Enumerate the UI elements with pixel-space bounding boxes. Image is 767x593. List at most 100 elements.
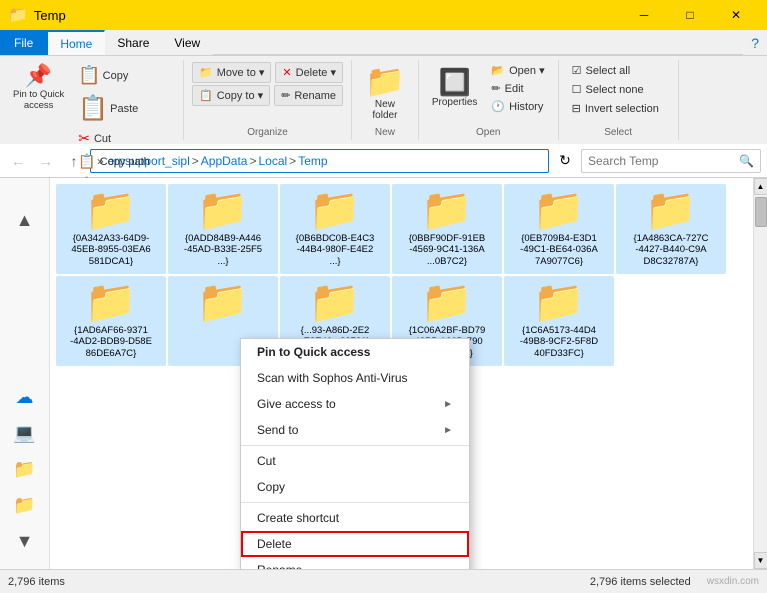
folder-name: {0A342A33-64D9-45EB-8955-03EA6581DCA1} xyxy=(71,233,150,267)
context-menu-item[interactable]: Delete xyxy=(241,531,469,557)
tab-share[interactable]: Share xyxy=(105,30,162,55)
context-menu-item[interactable]: Create shortcut xyxy=(241,505,469,531)
organize-items: 📁 Move to ▾ ✕ Delete ▾ 📋 Copy to ▾ ✏ Ren… xyxy=(192,62,343,125)
path-appdata[interactable]: AppData xyxy=(201,154,248,168)
status-bar: 2,796 items 2,796 items selected wsxdin.… xyxy=(0,569,767,593)
context-menu: Pin to Quick accessScan with Sophos Anti… xyxy=(240,338,470,569)
copy-button[interactable]: 📋 Copy xyxy=(73,62,175,89)
open-row1: 🔲 Properties 📂 Open ▾ ✏ Edit 🕐 History xyxy=(427,62,550,115)
context-menu-item[interactable]: Pin to Quick access xyxy=(241,339,469,365)
select-label: Select xyxy=(604,125,632,138)
folder-icon: 📁 xyxy=(309,281,361,323)
folder-icon: 📁 xyxy=(645,189,697,231)
select-all-button[interactable]: ☑ Select all xyxy=(567,62,636,79)
folder-item[interactable]: 📁{1AD6AF66-9371-4AD2-BDB9-D58E86DE6A7C} xyxy=(56,276,166,366)
path-temp[interactable]: Temp xyxy=(298,154,327,168)
context-menu-item[interactable]: Give access to► xyxy=(241,391,469,417)
folder-item[interactable]: 📁{1C6A5173-44D4-49B8-9CF2-5F8D40FD33FC} xyxy=(504,276,614,366)
folder-item[interactable]: 📁{0B6BDC0B-E4C3-44B4-980F-E4E2...} xyxy=(280,184,390,274)
history-button[interactable]: 🕐 History xyxy=(486,98,549,115)
organize-label: Organize xyxy=(247,125,288,138)
scroll-down-button[interactable]: ▼ xyxy=(754,552,767,569)
open-items: 🔲 Properties 📂 Open ▾ ✏ Edit 🕐 History xyxy=(427,62,550,125)
paste-button[interactable]: 📋 Paste xyxy=(73,91,175,126)
move-to-icon: 📁 xyxy=(199,66,213,79)
folder-name: {1C6A5173-44D4-49B8-9CF2-5F8D40FD33FC} xyxy=(520,325,598,359)
folder-icon: 📁 xyxy=(197,189,249,231)
main-area: ▲ ☁ 💻 📁 📁 ▼ 📁{0A342A33-64D9-45EB-8955-03… xyxy=(0,178,767,569)
folder-item[interactable]: 📁{1A4863CA-727C-4427-B440-C9AD8C32787A} xyxy=(616,184,726,274)
edit-icon: ✏ xyxy=(491,82,500,95)
path-local[interactable]: Local xyxy=(258,154,287,168)
invert-selection-button[interactable]: ⊟ Invert selection xyxy=(567,100,664,117)
ribbon-group-select: ☑ Select all ☐ Select none ⊟ Invert sele… xyxy=(559,60,679,140)
window-controls: ─ □ ✕ xyxy=(621,0,759,30)
refresh-button[interactable]: ↻ xyxy=(553,149,577,173)
open-button[interactable]: 📂 Open ▾ xyxy=(486,62,549,79)
folder-name: {1AD6AF66-9371-4AD2-BDB9-D58E86DE6A7C} xyxy=(70,325,152,359)
copy-path-button[interactable]: 📋 Copy path xyxy=(73,151,175,172)
copy-to-button[interactable]: 📋 Copy to ▾ xyxy=(192,85,270,106)
sidebar-cloud-icon[interactable]: ☁ xyxy=(5,379,45,415)
delete-button[interactable]: ✕ Delete ▾ xyxy=(275,62,343,83)
title-text: Temp xyxy=(34,8,615,23)
status-item-count: 2,796 items xyxy=(8,576,574,588)
folder-name: {0ADD84B9-A446-45AD-B33E-25F5...} xyxy=(184,233,262,267)
invert-icon: ⊟ xyxy=(572,102,581,115)
search-input[interactable] xyxy=(588,154,739,168)
folder-item[interactable]: 📁{0A342A33-64D9-45EB-8955-03EA6581DCA1} xyxy=(56,184,166,274)
folder-name: {0B6BDC0B-E4C3-44B4-980F-E4E2...} xyxy=(296,233,375,267)
submenu-arrow: ► xyxy=(443,399,453,410)
scroll-up-button[interactable]: ▲ xyxy=(754,178,767,195)
ribbon-tabs: File Home Share View ? xyxy=(0,30,767,56)
sidebar-folder2-icon[interactable]: 📁 xyxy=(5,487,45,523)
folder-item[interactable]: 📁{0ADD84B9-A446-45AD-B33E-25F5...} xyxy=(168,184,278,274)
select-none-icon: ☐ xyxy=(572,83,582,96)
copy-path-icon: 📋 xyxy=(78,153,95,170)
delete-icon: ✕ xyxy=(282,66,291,79)
search-icon: 🔍 xyxy=(739,154,754,168)
pin-label: Pin to Quickaccess xyxy=(13,89,64,112)
ribbon-group-organize: 📁 Move to ▾ ✕ Delete ▾ 📋 Copy to ▾ ✏ Ren… xyxy=(184,60,352,140)
clipboard-items: 📌 Pin to Quickaccess 📋 Copy 📋 Paste ✂ Cu… xyxy=(8,62,175,195)
tab-file[interactable]: File xyxy=(0,30,48,55)
title-bar: 📁 Temp ─ □ ✕ xyxy=(0,0,767,30)
folder-item[interactable]: 📁{0EB709B4-E3D1-49C1-BE64-036A7A9077C6} xyxy=(504,184,614,274)
new-folder-button[interactable]: 📁 Newfolder xyxy=(360,62,410,124)
context-menu-item[interactable]: Scan with Sophos Anti-Virus xyxy=(241,365,469,391)
sidebar-computer-icon[interactable]: 💻 xyxy=(5,415,45,451)
move-to-button[interactable]: 📁 Move to ▾ xyxy=(192,62,271,83)
context-menu-item[interactable]: Send to► xyxy=(241,417,469,443)
ribbon-group-clipboard: 📌 Pin to Quickaccess 📋 Copy 📋 Paste ✂ Cu… xyxy=(0,60,184,140)
folder-icon: 📁 xyxy=(85,281,137,323)
close-button[interactable]: ✕ xyxy=(713,0,759,30)
sidebar-down-icon[interactable]: ▼ xyxy=(5,523,45,559)
paste-icon: 📋 xyxy=(78,94,108,123)
folder-icon: 📁 xyxy=(533,281,585,323)
properties-button[interactable]: 🔲 Properties xyxy=(427,66,483,111)
ribbon-group-open: 🔲 Properties 📂 Open ▾ ✏ Edit 🕐 History O… xyxy=(419,60,559,140)
help-button[interactable]: ? xyxy=(743,30,767,55)
pin-quick-access-button[interactable]: 📌 Pin to Quickaccess xyxy=(8,62,69,195)
rename-button[interactable]: ✏ Rename xyxy=(274,85,343,106)
scroll-thumb[interactable] xyxy=(755,197,767,227)
context-menu-item[interactable]: Cut xyxy=(241,448,469,474)
ribbon-group-new: 📁 Newfolder New xyxy=(352,60,419,140)
search-box[interactable]: 🔍 xyxy=(581,149,761,173)
submenu-arrow: ► xyxy=(443,425,453,436)
select-none-button[interactable]: ☐ Select none xyxy=(567,81,649,98)
sidebar-up-icon[interactable]: ▲ xyxy=(5,202,45,238)
folder-icon: 📁 xyxy=(85,189,137,231)
sidebar-folder-icon[interactable]: 📁 xyxy=(5,451,45,487)
context-menu-item[interactable]: Copy xyxy=(241,474,469,500)
tab-view[interactable]: View xyxy=(162,30,213,55)
maximize-button[interactable]: □ xyxy=(667,0,713,30)
context-menu-item[interactable]: Rename xyxy=(241,557,469,569)
minimize-button[interactable]: ─ xyxy=(621,0,667,30)
cut-button[interactable]: ✂ Cut xyxy=(73,128,175,149)
folder-item[interactable]: 📁{0BBF90DF-91EB-4569-9C41-136A...0B7C2} xyxy=(392,184,502,274)
pin-icon: 📌 xyxy=(25,65,52,87)
edit-button[interactable]: ✏ Edit xyxy=(486,80,549,97)
folder-icon: 📁 xyxy=(533,189,585,231)
tab-home[interactable]: Home xyxy=(48,30,105,55)
